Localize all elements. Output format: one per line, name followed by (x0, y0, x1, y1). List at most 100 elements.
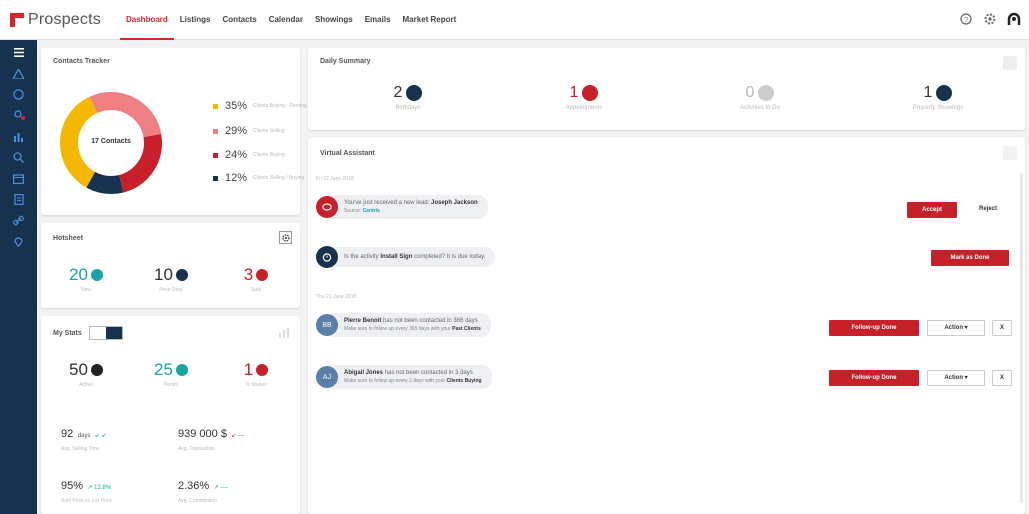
assistant-message-lead: You've just received a new lead: Joseph … (316, 195, 488, 219)
summary-showings[interactable]: 1 Property Showings (878, 84, 998, 111)
app-logo[interactable]: Prospects (10, 11, 101, 29)
house-icon (936, 85, 953, 101)
menu-icon[interactable] (0, 42, 37, 63)
legend-swatch (213, 128, 218, 134)
assistant-expand-icon[interactable] (1003, 146, 1017, 160)
hotsheet-settings-button[interactable] (279, 231, 292, 244)
assistant-message-followup-1: BB Pierre Benoit has not been contacted … (316, 313, 491, 337)
followup-1-contact-name[interactable]: Pierre Benoit (344, 318, 381, 324)
new-icon (90, 269, 103, 281)
summary-showings-label: Property Showings (912, 105, 964, 111)
hotsheet-new[interactable]: 20 New (51, 265, 121, 293)
contacts-tracker-card: Contacts Tracker 17 Contacts 35% Clients … (41, 48, 307, 215)
hotsheet-sold-label: Sold (250, 287, 261, 293)
dollar-icon[interactable] (0, 84, 37, 105)
legend-swatch (213, 175, 218, 181)
legend-percent: 24% (225, 149, 248, 161)
accept-button[interactable]: Accept (907, 202, 957, 218)
hotsheet-price-drop[interactable]: 10 Price Drop (136, 265, 206, 293)
hotsheet-title: Hotsheet (53, 235, 83, 242)
summary-appointments[interactable]: 1 Appointments (524, 84, 644, 111)
nav-dashboard[interactable]: Dashboard (120, 0, 174, 40)
help-icon[interactable]: ? (959, 12, 973, 26)
activity-name[interactable]: Install Sign (380, 254, 412, 260)
metric-commission-trend: ↗ ---- (213, 485, 229, 491)
search-home-icon[interactable] (0, 147, 37, 168)
stat-active[interactable]: 50 Active (51, 360, 121, 388)
legend-label: Clients Buying - Renting (253, 103, 307, 109)
nav-listings[interactable]: Listings (174, 0, 217, 40)
chevron-down-icon: ▾ (964, 325, 968, 331)
legend-percent: 12% (225, 172, 248, 184)
dismiss-button[interactable]: X (992, 370, 1012, 386)
dismiss-button[interactable]: X (992, 320, 1012, 336)
users-alert-icon[interactable] (0, 105, 37, 126)
avatar: AJ (316, 366, 338, 388)
summary-birthdays[interactable]: 2 Birthdays (348, 84, 468, 111)
action-dropdown[interactable]: Action ▾ (927, 320, 985, 336)
nav-calendar[interactable]: Calendar (263, 0, 309, 40)
gear-icon[interactable] (983, 12, 997, 26)
action-dropdown[interactable]: Action ▾ (927, 370, 985, 386)
map-pin-icon[interactable] (0, 231, 37, 252)
link-icon[interactable] (0, 210, 37, 231)
assistant-message-activity: Is the activity Install Sign completed? … (316, 246, 496, 268)
activity-bubble: Is the activity Install Sign completed? … (330, 247, 496, 267)
stat-active-value: 50 (69, 360, 88, 379)
virtual-assistant-title: Virtual Assistant (320, 150, 375, 157)
active-icon (90, 364, 103, 376)
hotsheet-new-value: 20 (69, 265, 88, 284)
nav-emails[interactable]: Emails (359, 0, 397, 40)
stat-to-market[interactable]: 1 To Market (221, 360, 291, 388)
followup-2-group: Clients Buying (446, 378, 482, 384)
followup-2-sub-pre: Make sure to follow up every 2 days with… (344, 378, 447, 384)
followup-1-sub-pre: Make sure to follow up every 365 days wi… (344, 326, 453, 332)
lead-source: Centris (362, 208, 380, 214)
hotsheet-new-label: New (80, 287, 91, 293)
legend-percent: 35% (225, 100, 248, 112)
donut-center-label: 17 Contacts (91, 138, 131, 145)
daily-summary-expand-icon[interactable] (1003, 56, 1017, 70)
toggle-on[interactable] (106, 327, 122, 339)
sold-icon (256, 269, 269, 281)
nav-contacts[interactable]: Contacts (216, 0, 262, 40)
followup-done-button[interactable]: Follow-up Done (829, 320, 919, 336)
logo-mark-icon (10, 13, 24, 27)
summary-birthdays-label: Birthdays (395, 105, 421, 111)
hotsheet-sold[interactable]: 3 Sold (221, 265, 291, 293)
nav-market-report[interactable]: Market Report (397, 0, 463, 40)
chart-view-icon[interactable] (278, 326, 290, 344)
bar-chart-icon[interactable] (0, 126, 37, 147)
alarm-clock-icon (316, 246, 338, 268)
followup-1-text: has not been contacted in 366 days (381, 318, 478, 324)
followup-2-contact-name[interactable]: Abigail Jones (344, 370, 383, 376)
legend-swatch (213, 103, 218, 109)
stat-to-market-label: To Market (245, 382, 267, 388)
top-bar: Prospects Dashboard Listings Contacts Ca… (0, 0, 1029, 40)
activity-text-pre: Is the activity (344, 254, 381, 260)
assistant-scrollbar[interactable] (1020, 173, 1023, 503)
metric-transaction-trend: ↙ --- (231, 433, 245, 439)
followup-done-button[interactable]: Follow-up Done (829, 370, 919, 386)
nav-showings[interactable]: Showings (309, 0, 359, 40)
stat-pends[interactable]: 25 Pends (136, 360, 206, 388)
user-profile-icon[interactable] (1007, 12, 1021, 26)
legend-swatch (213, 152, 218, 158)
hotsheet-price-drop-value: 10 (154, 265, 173, 284)
document-icon[interactable] (0, 189, 37, 210)
summary-appointments-label: Appointments (565, 105, 603, 111)
lead-text-pre: You've just received a new lead: (344, 200, 431, 206)
calendar-icon[interactable] (0, 168, 37, 189)
toggle-off[interactable] (90, 327, 106, 339)
metric-selling-time-unit: days (77, 433, 91, 439)
activity-text-post: completed? It is due today. (412, 254, 486, 260)
lead-name[interactable]: Joseph Jackson (431, 200, 478, 206)
to-market-icon (256, 364, 269, 376)
metric-transaction-label: Avg. Transaction (178, 446, 216, 452)
alert-icon[interactable] (0, 63, 37, 84)
legend-label: Clients Selling (253, 128, 285, 134)
mark-as-done-button[interactable]: Mark as Done (931, 250, 1009, 266)
reject-button[interactable]: Reject (963, 202, 1013, 218)
summary-activities[interactable]: 0 Activities to Do (700, 84, 820, 111)
my-stats-toggle[interactable] (89, 326, 123, 340)
